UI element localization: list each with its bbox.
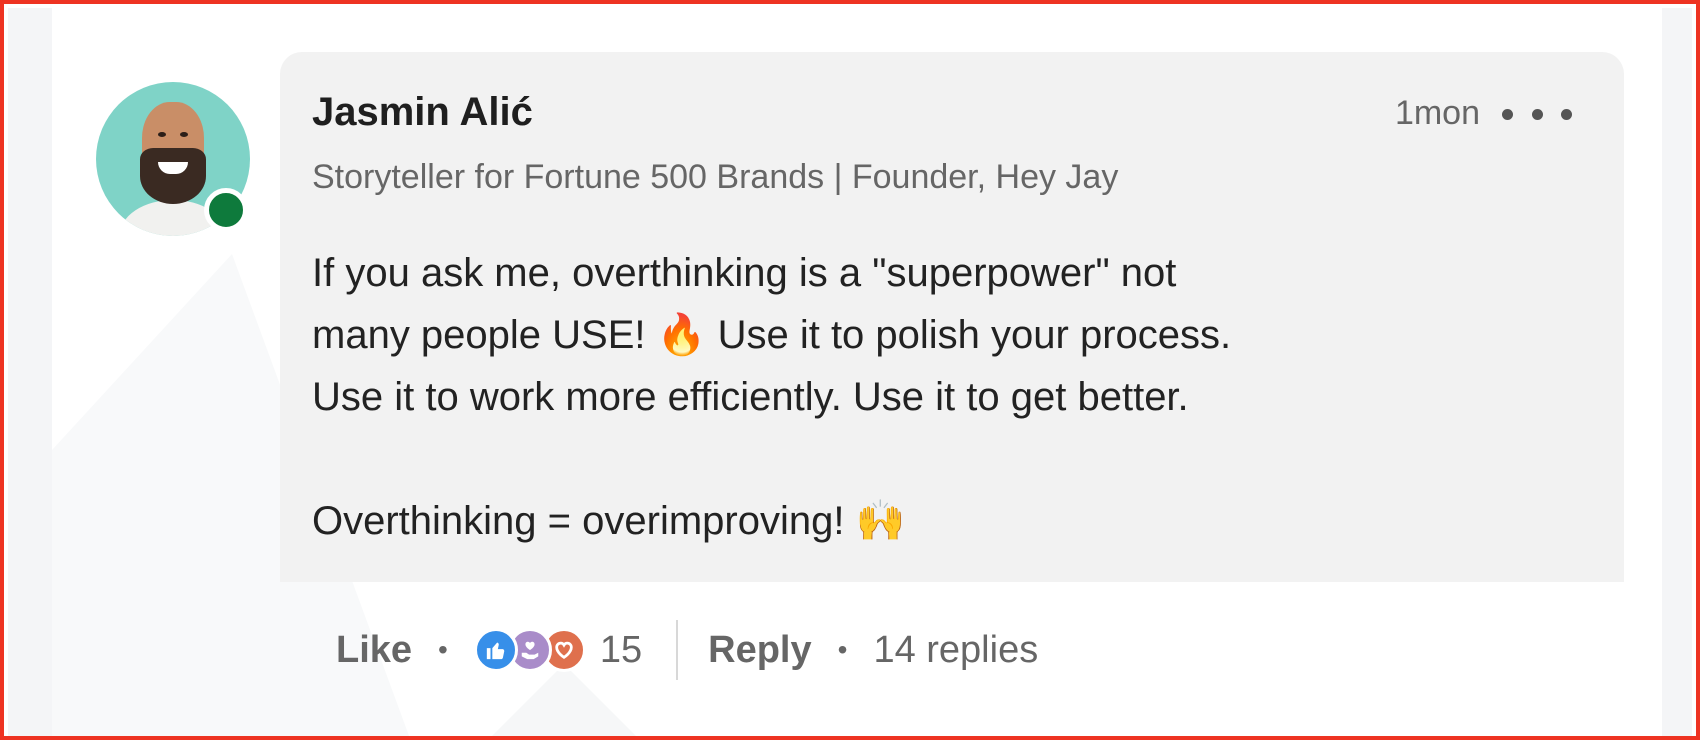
- comment-text: Overthinking = overimproving!: [312, 499, 845, 543]
- reaction-count: 15: [599, 628, 643, 671]
- background-left-strip: [8, 8, 52, 736]
- comment-author-name[interactable]: Jasmin Alić: [312, 90, 533, 135]
- comment-body: If you ask me, overthinking is a "superp…: [312, 242, 1572, 552]
- thumbs-up-icon: [486, 642, 505, 660]
- avatar-eye: [158, 132, 166, 137]
- more-dot: [1531, 108, 1543, 120]
- avatar-eye: [180, 132, 188, 137]
- online-status-indicator: [204, 188, 248, 232]
- reply-button[interactable]: Reply: [708, 629, 811, 672]
- comment-actions-bar: Like • 15 Reply • 14 replies: [336, 618, 1038, 682]
- raising-hands-emoji-icon: 🙌: [855, 498, 906, 544]
- more-options-button[interactable]: [1502, 96, 1572, 132]
- comment-bubble: Jasmin Alić 1mon Storyteller for Fortune…: [280, 52, 1624, 582]
- comment-line: If you ask me, overthinking is a "superp…: [312, 251, 1177, 295]
- heart-hand-icon: [521, 641, 539, 660]
- comment-line: Overthinking = overimproving! 🙌: [312, 490, 1572, 552]
- separator-dot: •: [438, 634, 448, 665]
- comment-line: many people USE! 🔥 Use it to polish your…: [312, 304, 1572, 366]
- reactions-summary[interactable]: 15: [473, 628, 643, 672]
- comment-line: Use it to work more efficiently. Use it …: [312, 375, 1189, 419]
- like-reaction-icon: [473, 628, 518, 672]
- author-headline: Storyteller for Fortune 500 Brands | Fou…: [312, 158, 1119, 196]
- avatar-beard: [140, 148, 206, 204]
- actions-divider: [676, 620, 679, 680]
- more-dot: [1561, 108, 1572, 120]
- replies-count-link[interactable]: 14 replies: [873, 629, 1038, 672]
- like-button[interactable]: Like: [336, 629, 412, 672]
- more-dot: [1502, 108, 1513, 120]
- comment-text: many people USE!: [312, 313, 646, 357]
- fire-emoji-icon: 🔥: [656, 312, 707, 358]
- background-right-strip: [1662, 8, 1692, 736]
- comment-timestamp: 1mon: [1394, 94, 1480, 132]
- separator-dot: •: [837, 634, 848, 665]
- heart-icon: [555, 641, 573, 659]
- screenshot-frame: Jasmin Alić 1mon Storyteller for Fortune…: [0, 0, 1700, 740]
- comment-text: Use it to polish your process.: [717, 313, 1232, 357]
